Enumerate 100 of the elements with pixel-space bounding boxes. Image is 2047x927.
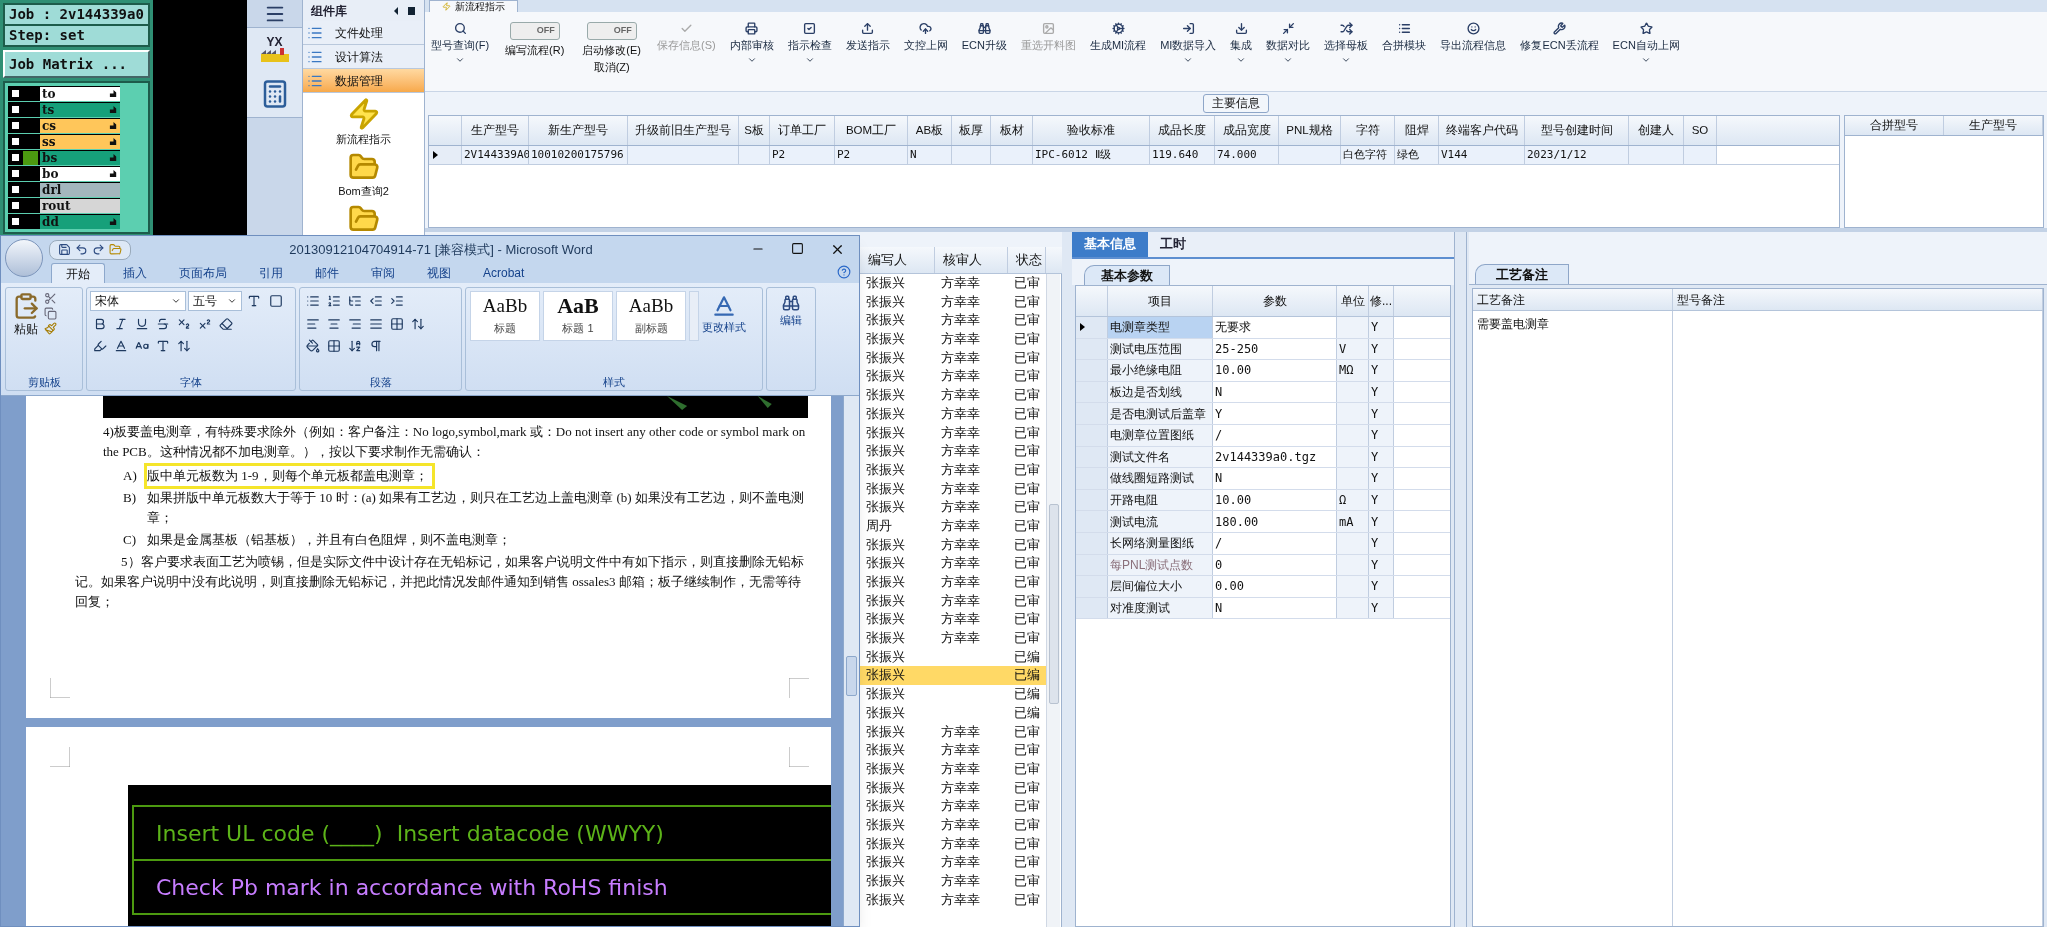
layer-checkbox[interactable] bbox=[10, 152, 21, 163]
category-item[interactable]: 设计算法 bbox=[303, 45, 424, 70]
list-row[interactable]: 张振兴 方幸幸 已审 bbox=[860, 330, 1046, 349]
toolbar-button[interactable]: 数据对比 bbox=[1264, 22, 1313, 65]
layer-checkbox[interactable] bbox=[10, 168, 21, 179]
sub-tab[interactable]: 基本参数 bbox=[1084, 265, 1170, 285]
list-row[interactable]: 张振兴 方幸幸 已审 bbox=[860, 722, 1046, 742]
toolbar-button[interactable]: 集成 bbox=[1228, 22, 1255, 65]
ribbon-tab[interactable]: 插入 bbox=[109, 263, 161, 283]
layer-checkbox[interactable] bbox=[10, 88, 21, 99]
column-header[interactable]: 升级前旧生产型号 bbox=[628, 116, 739, 145]
list-row[interactable]: 张振兴 方幸幸 已审 bbox=[860, 404, 1046, 424]
toolbar-button[interactable]: 文控上网 bbox=[901, 22, 950, 52]
list-row[interactable]: 张振兴 方幸幸 已审 bbox=[860, 890, 1046, 910]
toolbar-button[interactable]: 内部审核 bbox=[727, 22, 776, 65]
list-row[interactable]: 张振兴 方幸幸 已审 bbox=[860, 741, 1046, 760]
font-name-field[interactable]: 宋体 bbox=[90, 291, 186, 311]
ribbon-tab[interactable]: 引用 bbox=[245, 263, 297, 283]
list-row[interactable]: 张振兴 方幸幸 已审 bbox=[860, 610, 1046, 630]
column-header[interactable]: 成品长度 bbox=[1150, 116, 1215, 145]
toolbar-button[interactable]: ECN升级 bbox=[959, 22, 1009, 52]
row-header[interactable] bbox=[1076, 317, 1108, 338]
close-icon[interactable] bbox=[830, 242, 845, 257]
layer-name[interactable]: ss bbox=[40, 134, 120, 149]
column-header[interactable]: 型号创建时间 bbox=[1525, 116, 1629, 145]
column-header[interactable]: 单位 bbox=[1337, 286, 1369, 316]
column-header[interactable]: 新生产型号 bbox=[529, 116, 628, 145]
layer-name[interactable]: bs bbox=[40, 150, 120, 165]
layer-name[interactable]: ts bbox=[40, 102, 120, 117]
list-row[interactable]: 张振兴 方幸幸 已审 bbox=[860, 386, 1046, 405]
toolbar-button[interactable]: 指示检查 bbox=[785, 22, 834, 65]
list-row[interactable]: 张振兴 方幸幸 已审 bbox=[860, 292, 1046, 312]
column-header[interactable]: 项目 bbox=[1108, 286, 1213, 316]
column-header[interactable]: 阻焊 bbox=[1395, 116, 1439, 145]
column-header[interactable]: 验收标准 bbox=[1033, 116, 1150, 145]
style-preview[interactable]: AaB 标题 1 bbox=[543, 291, 613, 341]
list-row[interactable]: 张振兴 方幸幸 已审 bbox=[860, 479, 1046, 499]
list-row[interactable]: 张振兴 已编 bbox=[860, 703, 1046, 723]
column-header[interactable]: 生产型号 bbox=[462, 116, 529, 145]
layer-checkbox[interactable] bbox=[10, 136, 21, 147]
category-item[interactable]: 数据管理 bbox=[303, 69, 424, 93]
style-preview[interactable]: AaBb 副标题 bbox=[616, 291, 686, 341]
tab[interactable]: 工时 bbox=[1148, 232, 1198, 257]
font-size-field[interactable]: 五号 bbox=[188, 291, 242, 311]
column-header[interactable]: 核审人 bbox=[935, 247, 1008, 273]
list-row[interactable]: 张振兴 方幸幸 已审 bbox=[860, 778, 1046, 798]
layer-checkbox[interactable] bbox=[10, 104, 21, 115]
list-row[interactable]: 张振兴 方幸幸 已审 bbox=[860, 834, 1046, 854]
column-header[interactable]: SO bbox=[1684, 116, 1717, 145]
list-row[interactable]: 张振兴 方幸幸 已审 bbox=[860, 442, 1046, 461]
list-row[interactable]: 张振兴 方幸幸 已审 bbox=[860, 348, 1046, 368]
save-icon[interactable] bbox=[58, 243, 71, 256]
column-header[interactable]: 修... bbox=[1369, 286, 1394, 316]
column-header[interactable]: 生产型号 bbox=[1944, 116, 2043, 135]
toolbar-button[interactable]: 发送指示 bbox=[843, 22, 892, 52]
column-header[interactable]: 状态 bbox=[1008, 247, 1046, 273]
redo-icon[interactable] bbox=[92, 243, 105, 256]
layer-checkbox[interactable] bbox=[10, 216, 21, 227]
toolbar-button[interactable]: 合拼模块 bbox=[1380, 22, 1429, 52]
document-tab[interactable]: 新流程指示 bbox=[429, 0, 518, 12]
column-header[interactable]: PNL规格 bbox=[1279, 116, 1341, 145]
toolbar-button[interactable]: 生成MI流程 bbox=[1087, 22, 1149, 52]
column-header[interactable]: 工艺备注 bbox=[1473, 289, 1673, 310]
layer-name[interactable]: rout bbox=[40, 198, 120, 213]
tab[interactable]: 工艺备注 bbox=[1475, 264, 1569, 284]
library-item[interactable]: Bom查询2 bbox=[338, 151, 389, 199]
collapse-icon[interactable] bbox=[394, 5, 416, 16]
logo[interactable]: YX bbox=[247, 28, 302, 70]
list-row[interactable]: 张振兴 方幸幸 已审 bbox=[860, 311, 1046, 331]
editing-button[interactable]: 编辑 bbox=[766, 287, 816, 391]
layer-name[interactable]: cs bbox=[40, 118, 120, 133]
list-row[interactable]: 张振兴 方幸幸 已审 bbox=[860, 423, 1046, 443]
help-icon[interactable] bbox=[837, 265, 851, 279]
list-row[interactable]: 张振兴 方幸幸 已审 bbox=[860, 460, 1046, 480]
layer-name[interactable]: to bbox=[40, 86, 120, 101]
layer-checkbox[interactable] bbox=[10, 200, 21, 211]
paste-button[interactable]: 粘贴 bbox=[12, 292, 40, 338]
column-header[interactable]: S板 bbox=[739, 116, 770, 145]
tab[interactable]: 基本信息 bbox=[1072, 232, 1148, 257]
toolbar-button[interactable]: MI数据导入 bbox=[1158, 22, 1219, 65]
copy-icon[interactable] bbox=[44, 307, 57, 320]
column-header[interactable]: 终端客户代码 bbox=[1439, 116, 1525, 145]
list-row[interactable]: 张振兴 方幸幸 已审 bbox=[860, 554, 1046, 573]
ribbon-tab[interactable]: 开始 bbox=[51, 263, 105, 283]
ribbon-tab[interactable]: 邮件 bbox=[301, 263, 353, 283]
list-row[interactable]: 周丹 方幸幸 已审 bbox=[860, 516, 1046, 536]
list-row[interactable]: 张振兴 方幸幸 已审 bbox=[860, 591, 1046, 611]
toolbar-button[interactable]: 导出流程信息 bbox=[1438, 22, 1509, 52]
layer-name[interactable]: drl bbox=[40, 182, 120, 197]
layer-checkbox[interactable] bbox=[10, 184, 21, 195]
layer-name[interactable]: dd bbox=[40, 214, 120, 229]
layer-name[interactable]: bo bbox=[40, 166, 120, 181]
toolbar-button[interactable]: 修复ECN丢流程 bbox=[1518, 22, 1601, 52]
list-row[interactable]: 张振兴 已编 bbox=[860, 666, 1046, 686]
maximize-icon[interactable] bbox=[791, 242, 804, 255]
list-row[interactable]: 张振兴 方幸幸 已审 bbox=[860, 853, 1046, 872]
layer-checkbox[interactable] bbox=[10, 120, 21, 131]
column-header[interactable]: 订单工厂 bbox=[770, 116, 835, 145]
column-header[interactable]: BOM工厂 bbox=[835, 116, 908, 145]
list-row[interactable]: 张振兴 已编 bbox=[860, 647, 1046, 667]
